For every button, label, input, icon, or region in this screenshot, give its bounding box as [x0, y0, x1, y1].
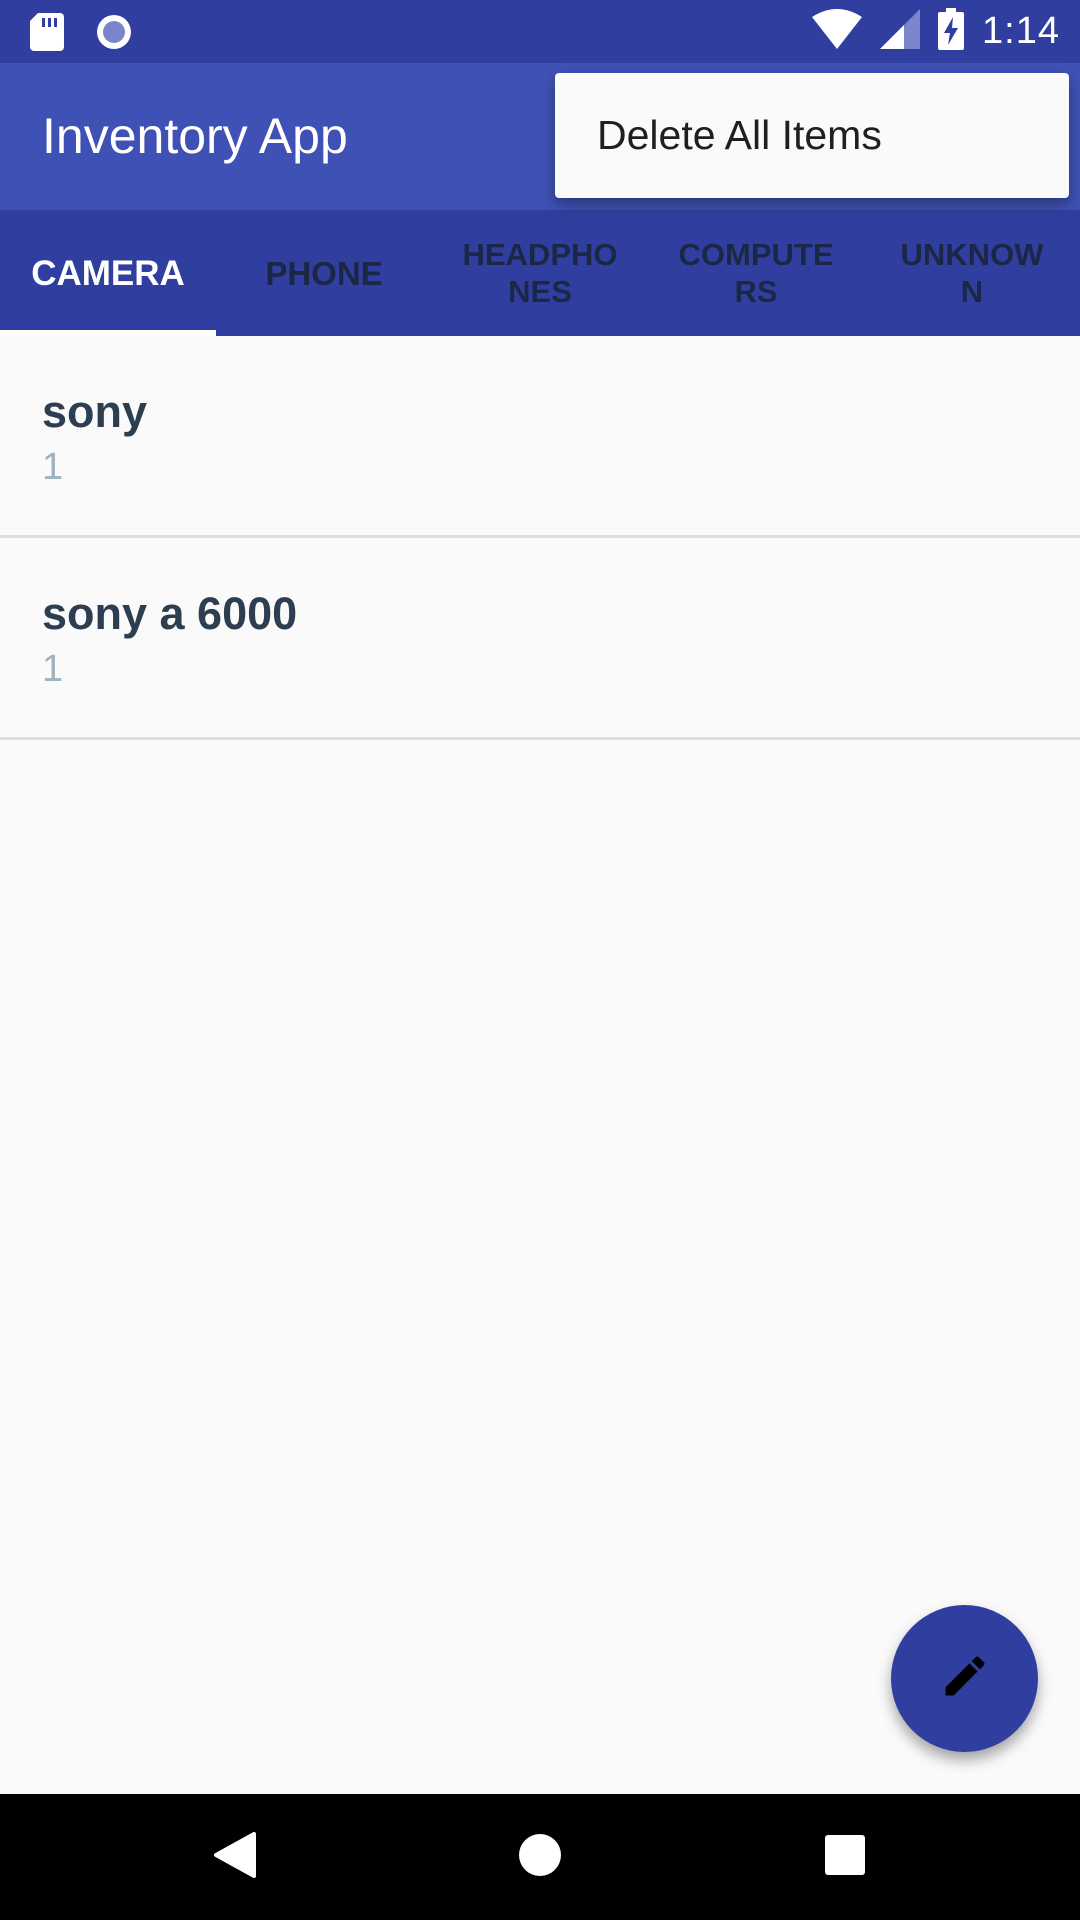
- record-icon: [94, 12, 134, 57]
- battery-charging-icon: [938, 8, 965, 55]
- overflow-menu: Delete All Items: [555, 73, 1069, 198]
- edit-pencil-icon: [939, 1650, 991, 1707]
- tab-label: PHONE: [265, 254, 383, 292]
- category-tabs: CAMERA PHONE HEADPHONES COMPUTERS UNKNOW…: [0, 210, 1080, 336]
- tab-label: HEADPHONES: [462, 237, 618, 309]
- item-name: sony a 6000: [42, 588, 298, 639]
- tab-unknown[interactable]: UNKNOWN: [864, 210, 1080, 336]
- item-quantity: 1: [42, 648, 64, 690]
- item-list: sony 1 sony a 6000 1: [0, 336, 1080, 740]
- home-icon: [517, 1832, 563, 1883]
- sd-card-icon: [30, 13, 64, 56]
- tab-label: CAMERA: [31, 253, 185, 293]
- tab-headphones[interactable]: HEADPHONES: [432, 210, 648, 336]
- status-bar: 1:14: [0, 0, 1080, 63]
- signal-icon: [880, 9, 921, 54]
- app-title: Inventory App: [42, 108, 348, 164]
- tab-computers[interactable]: COMPUTERS: [648, 210, 864, 336]
- delete-all-items-menu-item[interactable]: Delete All Items: [555, 112, 1069, 159]
- tab-label: COMPUTERS: [678, 237, 834, 309]
- item-name: sony: [42, 386, 148, 437]
- item-quantity: 1: [42, 446, 64, 488]
- system-nav-bar: [0, 1794, 1080, 1920]
- edit-fab-button[interactable]: [891, 1605, 1038, 1752]
- wifi-icon: [812, 9, 863, 54]
- home-button[interactable]: [507, 1824, 573, 1890]
- tab-camera[interactable]: CAMERA: [0, 210, 216, 336]
- status-time: 1:14: [982, 10, 1060, 52]
- tab-phone[interactable]: PHONE: [216, 210, 432, 336]
- back-button[interactable]: [202, 1824, 268, 1890]
- tab-label: UNKNOWN: [900, 237, 1044, 309]
- list-item[interactable]: sony 1: [0, 336, 1080, 538]
- recents-icon: [824, 1834, 866, 1881]
- recents-button[interactable]: [812, 1824, 878, 1890]
- back-icon: [212, 1830, 258, 1885]
- list-item[interactable]: sony a 6000 1: [0, 538, 1080, 740]
